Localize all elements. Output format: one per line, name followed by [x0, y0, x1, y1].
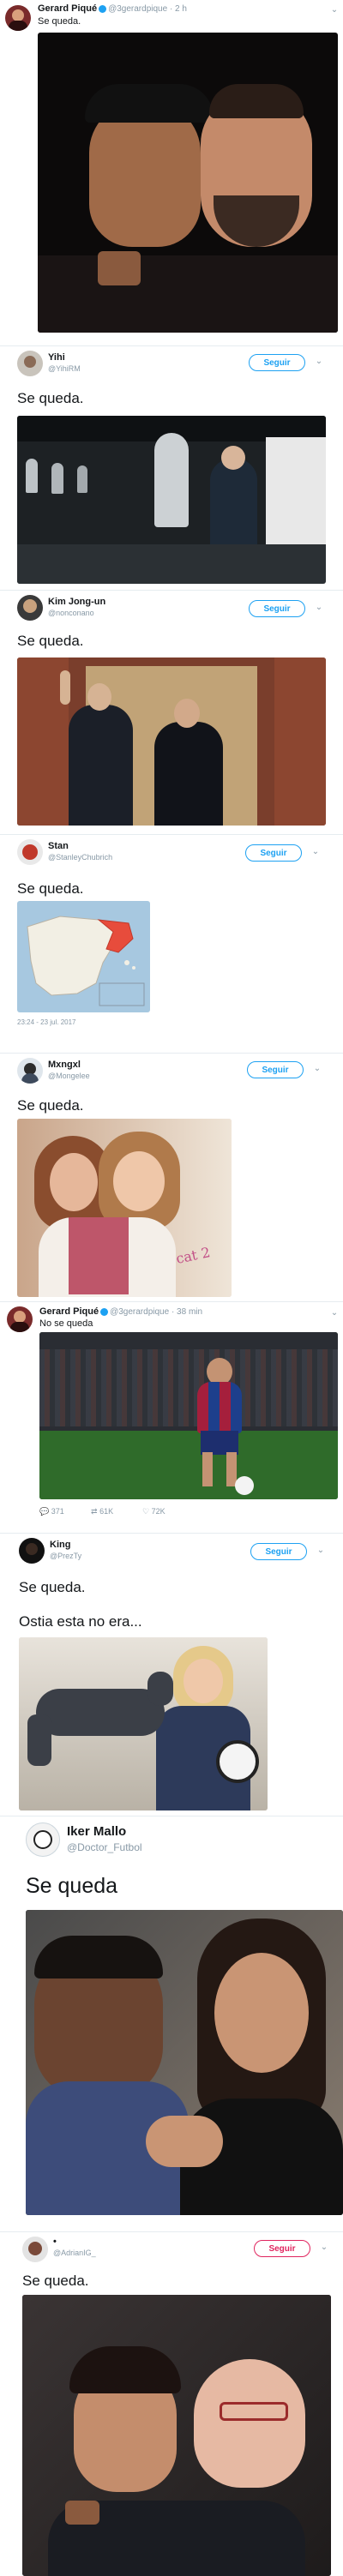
- spain-map-icon: [27, 916, 145, 1006]
- tweet-text-2: Ostia esta no era...: [19, 1613, 142, 1630]
- like-action[interactable]: ♡ 72K: [142, 1507, 165, 1516]
- follow-button[interactable]: Seguir: [247, 1061, 304, 1078]
- tweet-pique-1[interactable]: Gerard Piqué @3gerardpique · 2 h ⌄ Se que…: [0, 0, 343, 343]
- tweet-adrian[interactable]: • @AdrianIG_ Seguir ⌄ Se queda.: [0, 2233, 343, 2576]
- author-handle[interactable]: @PrezTy: [50, 1552, 81, 1560]
- divider: [0, 1301, 343, 1302]
- tweet-photo[interactable]: [39, 1332, 338, 1499]
- author-name[interactable]: Gerard Piqué @3gerardpique · 38 min: [39, 1306, 202, 1317]
- tweet-text: Se queda.: [17, 880, 84, 897]
- verified-icon: [99, 4, 107, 13]
- avatar[interactable]: [26, 1822, 60, 1857]
- chevron-down-icon[interactable]: ⌄: [329, 1308, 340, 1318]
- tweet-text: Se queda.: [17, 633, 84, 649]
- avatar[interactable]: [7, 1306, 33, 1332]
- chevron-down-icon[interactable]: ⌄: [329, 5, 340, 15]
- chevron-down-icon[interactable]: ⌄: [316, 1546, 326, 1556]
- author-name[interactable]: Iker Mallo: [67, 1824, 126, 1839]
- divider: [0, 834, 343, 835]
- avatar[interactable]: [17, 1058, 43, 1084]
- author-handle[interactable]: @AdrianIG_: [53, 2249, 96, 2257]
- tweet-text: Se queda.: [19, 1579, 86, 1595]
- tweet-photo[interactable]: [17, 658, 326, 826]
- follow-button[interactable]: Seguir: [249, 354, 305, 371]
- chevron-down-icon[interactable]: ⌄: [312, 1064, 322, 1074]
- retweet-icon: ⇄: [91, 1507, 98, 1516]
- tweet-photo[interactable]: [19, 1637, 268, 1810]
- tweet-pique-2[interactable]: Gerard Piqué @3gerardpique · 38 min ⌄ No …: [0, 1303, 343, 1530]
- reply-icon: 💬: [39, 1507, 50, 1516]
- author-handle[interactable]: @YihiRM: [48, 364, 81, 373]
- author-handle[interactable]: @Mongelee: [48, 1072, 90, 1080]
- tweet-yihi[interactable]: Yihi @YihiRM Seguir ⌄ Se queda.: [0, 347, 343, 587]
- tweet-map[interactable]: [17, 901, 150, 1012]
- avatar[interactable]: [17, 839, 43, 865]
- heart-icon: ♡: [142, 1507, 150, 1516]
- verified-icon: [100, 1307, 109, 1316]
- chevron-down-icon[interactable]: ⌄: [314, 603, 324, 613]
- author-handle[interactable]: @StanleyChubrich: [48, 853, 112, 862]
- divider: [0, 1053, 343, 1054]
- tweet-iker[interactable]: Iker Mallo @Doctor_Futbol Se queda: [0, 1817, 343, 2229]
- author-name[interactable]: King: [50, 1540, 70, 1550]
- tweet-text: No se queda: [39, 1318, 93, 1329]
- tweet-text: Se queda.: [17, 1097, 84, 1114]
- author-name[interactable]: •: [53, 2237, 57, 2247]
- divider: [0, 1533, 343, 1534]
- tweet-photo[interactable]: cat 2: [17, 1119, 232, 1297]
- tweet-text: Se queda.: [38, 16, 81, 27]
- tweet-kim[interactable]: Kim Jong-un @nonconano Seguir ⌄ Se queda…: [0, 591, 343, 832]
- reply-action[interactable]: 💬 371: [39, 1507, 64, 1516]
- follow-button[interactable]: Seguir: [254, 2240, 310, 2257]
- tweet-king[interactable]: King @PrezTy Seguir ⌄ Se queda. Ostia es…: [0, 1534, 343, 1813]
- author-name[interactable]: Stan: [48, 841, 69, 851]
- avatar[interactable]: [5, 5, 31, 31]
- author-name[interactable]: Kim Jong-un: [48, 597, 105, 607]
- avatar[interactable]: [17, 351, 43, 376]
- tweet-mxngxl[interactable]: Mxngxl @Mongelee Seguir ⌄ Se queda. cat …: [0, 1054, 343, 1299]
- author-name[interactable]: Mxngxl: [48, 1060, 81, 1070]
- tweet-photo[interactable]: [17, 416, 326, 584]
- tweet-text: Se queda: [26, 1874, 118, 1898]
- avatar[interactable]: [17, 595, 43, 621]
- chevron-down-icon[interactable]: ⌄: [319, 2243, 329, 2253]
- divider: [0, 2231, 343, 2232]
- author-handle[interactable]: @Doctor_Futbol: [67, 1841, 142, 1853]
- tweet-timestamp[interactable]: 23:24 - 23 jul. 2017: [17, 1018, 76, 1026]
- author-handle[interactable]: @nonconano: [48, 609, 94, 617]
- author-handle[interactable]: @3gerardpique · 38 min: [110, 1307, 202, 1317]
- author-handle[interactable]: @3gerardpique · 2 h: [108, 4, 187, 14]
- tweet-photo[interactable]: [26, 1910, 343, 2215]
- retweet-action[interactable]: ⇄ 61K: [91, 1507, 113, 1516]
- tweet-photo[interactable]: [22, 2295, 331, 2576]
- follow-button[interactable]: Seguir: [250, 1543, 307, 1560]
- tweet-text: Se queda.: [17, 390, 84, 406]
- chevron-down-icon[interactable]: ⌄: [314, 357, 324, 367]
- follow-button[interactable]: Seguir: [249, 600, 305, 617]
- author-name[interactable]: Yihi: [48, 352, 65, 363]
- author-name[interactable]: Gerard Piqué @3gerardpique · 2 h: [38, 3, 187, 14]
- tweet-stan[interactable]: Stan @StanleyChubrich Seguir ⌄ Se queda.…: [0, 836, 343, 1050]
- avatar[interactable]: [19, 1538, 45, 1564]
- avatar[interactable]: [22, 2237, 48, 2262]
- tweet-photo[interactable]: [38, 33, 338, 333]
- follow-button[interactable]: Seguir: [245, 844, 302, 862]
- chevron-down-icon[interactable]: ⌄: [310, 847, 321, 857]
- divider: [0, 345, 343, 346]
- tweet-text: Se queda.: [22, 2273, 89, 2289]
- divider: [0, 590, 343, 591]
